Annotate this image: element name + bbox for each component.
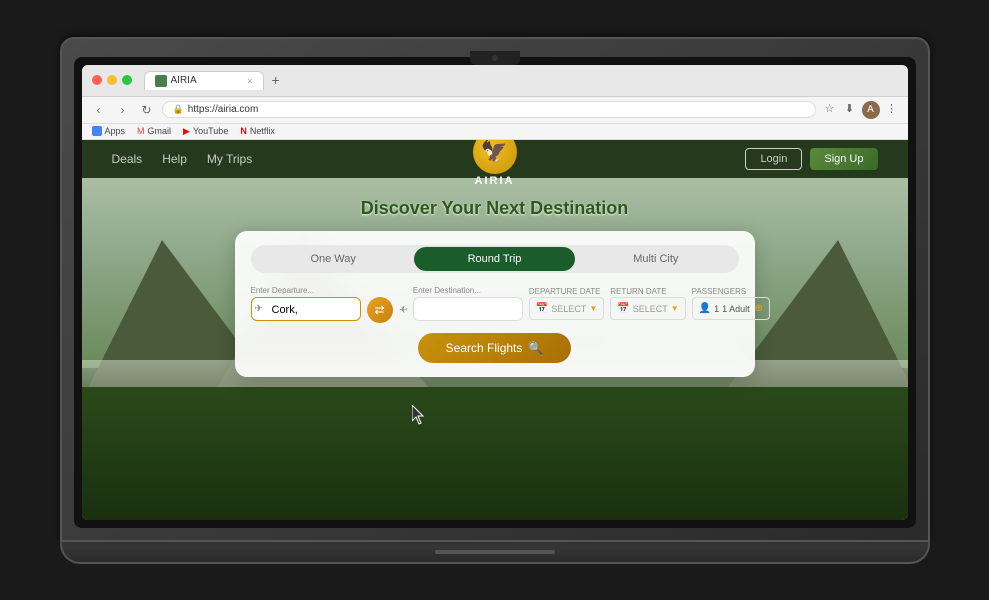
departure-date-sub: SELECT — [551, 304, 586, 314]
browser-tab-airia[interactable]: AIRIA × — [144, 71, 264, 90]
bookmark-gmail-label: Gmail — [148, 126, 172, 136]
forward-button[interactable]: › — [114, 101, 132, 119]
departure-calendar-icon: 📅 — [536, 303, 548, 314]
return-calendar-icon: 📅 — [617, 303, 629, 314]
browser-toolbar: ‹ › ↻ 🔒 https://airia.com ☆ ⬇ A ⋮ — [82, 97, 908, 124]
plane-depart-icon: ✈ — [255, 304, 263, 315]
search-card: One Way Round Trip Multi City Enter Depa… — [235, 231, 755, 377]
new-tab-button[interactable]: + — [268, 72, 284, 88]
tab-round-trip[interactable]: Round Trip — [414, 247, 575, 271]
bookmark-youtube[interactable]: ▶ YouTube — [183, 126, 228, 137]
person-icon: 👤 — [699, 303, 711, 314]
departure-date-field: DEPARTURE DATE 📅 SELECT ▼ — [529, 287, 604, 320]
site-nav: Deals Help My Trips AIRIA Login Sign Up — [82, 140, 908, 178]
destination-field-group: Enter Destination... — [413, 286, 523, 321]
plane-arrive-icon: ✈ — [399, 305, 407, 316]
reload-button[interactable]: ↻ — [138, 101, 156, 119]
return-date-picker[interactable]: 📅 SELECT ▼ — [610, 297, 685, 320]
swap-icon: ⇄ — [374, 303, 384, 317]
forest-bg — [82, 387, 908, 520]
logo-icon — [473, 140, 517, 175]
passenger-desc: 1 Adult — [722, 304, 750, 314]
nav-my-trips[interactable]: My Trips — [207, 152, 252, 166]
download-icon[interactable]: ⬇ — [842, 101, 858, 117]
browser: AIRIA × + ‹ › ↻ 🔒 https://airia.com — [82, 65, 908, 520]
departure-field-group: Enter Departure... ✈ — [251, 286, 361, 321]
browser-titlebar: AIRIA × + — [82, 65, 908, 97]
trip-type-tabs: One Way Round Trip Multi City — [251, 245, 739, 273]
destination-label: Enter Destination... — [413, 286, 523, 295]
tab-bar: AIRIA × + — [144, 71, 898, 90]
departure-date-chevron: ▼ — [589, 304, 597, 313]
laptop-bottom — [60, 542, 930, 564]
gmail-icon: M — [137, 126, 145, 136]
search-flights-icon: 🔍 — [528, 341, 543, 355]
return-date-sub: SELECT — [633, 304, 668, 314]
maximize-window-button[interactable] — [122, 75, 132, 85]
bookmark-apps-label: Apps — [105, 126, 126, 136]
tab-close-button[interactable]: × — [247, 76, 252, 86]
apps-icon — [92, 126, 102, 136]
destination-input[interactable] — [413, 297, 523, 321]
ssl-lock-icon: 🔒 — [173, 104, 184, 115]
back-button[interactable]: ‹ — [90, 101, 108, 119]
passengers-field: PASSENGERS 👤 1 1 Adult ⊕ — [692, 287, 770, 320]
laptop-top: AIRIA × + ‹ › ↻ 🔒 https://airia.com — [60, 37, 930, 542]
departure-label: Enter Departure... — [251, 286, 361, 295]
toolbar-actions: ☆ ⬇ A ⋮ — [822, 101, 900, 119]
login-button[interactable]: Login — [745, 148, 802, 170]
nav-links: Deals Help My Trips — [112, 152, 253, 166]
website-content: Deals Help My Trips AIRIA Login Sign Up — [82, 140, 908, 520]
youtube-icon: ▶ — [183, 126, 190, 137]
search-button-row: Search Flights 🔍 — [251, 333, 739, 363]
netflix-icon: N — [240, 126, 247, 136]
address-bar[interactable]: 🔒 https://airia.com — [162, 101, 816, 118]
signup-button[interactable]: Sign Up — [810, 148, 877, 170]
passengers-picker[interactable]: 👤 1 1 Adult ⊕ — [692, 297, 770, 320]
tab-multi-city[interactable]: Multi City — [575, 247, 736, 271]
search-section: Discover Your Next Destination One Way R… — [82, 178, 908, 397]
passenger-count: 1 — [714, 304, 719, 314]
account-icon[interactable]: A — [862, 101, 880, 119]
traffic-lights — [92, 75, 132, 85]
bookmark-netflix-label: Netflix — [250, 126, 275, 136]
bookmark-youtube-label: YouTube — [193, 126, 228, 136]
departure-date-picker[interactable]: 📅 SELECT ▼ — [529, 297, 604, 320]
return-date-field: RETURN DATE 📅 SELECT ▼ — [610, 287, 685, 320]
bookmark-netflix[interactable]: N Netflix — [240, 126, 275, 136]
close-window-button[interactable] — [92, 75, 102, 85]
address-url: https://airia.com — [188, 104, 259, 115]
page-title: Discover Your Next Destination — [112, 198, 878, 219]
search-form: Enter Departure... ✈ ⇄ — [251, 285, 739, 323]
search-flights-button[interactable]: Search Flights 🔍 — [418, 333, 572, 363]
minimize-window-button[interactable] — [107, 75, 117, 85]
nav-help[interactable]: Help — [162, 152, 187, 166]
swap-button[interactable]: ⇄ — [367, 297, 393, 323]
return-date-label: RETURN DATE — [610, 287, 685, 296]
bookmarks-bar: Apps M Gmail ▶ YouTube N Netflix — [82, 124, 908, 140]
nav-actions: Login Sign Up — [745, 148, 877, 170]
browser-menu-icon[interactable]: ⋮ — [884, 101, 900, 117]
passengers-label: PASSENGERS — [692, 287, 770, 296]
departure-input[interactable] — [251, 297, 361, 321]
tab-favicon — [155, 75, 167, 87]
laptop-camera — [470, 51, 520, 65]
departure-date-label: DEPARTURE DATE — [529, 287, 604, 296]
bookmark-apps[interactable]: Apps — [92, 126, 126, 136]
tab-one-way[interactable]: One Way — [253, 247, 414, 271]
screen-bezel: AIRIA × + ‹ › ↻ 🔒 https://airia.com — [74, 57, 916, 528]
bookmark-icon[interactable]: ☆ — [822, 101, 838, 117]
passengers-plus-icon: ⊕ — [755, 303, 763, 314]
nav-deals[interactable]: Deals — [112, 152, 143, 166]
laptop-shell: AIRIA × + ‹ › ↻ 🔒 https://airia.com — [60, 37, 930, 564]
search-flights-label: Search Flights — [446, 341, 523, 355]
return-date-chevron: ▼ — [671, 304, 679, 313]
bookmark-gmail[interactable]: M Gmail — [137, 126, 171, 136]
tab-title: AIRIA — [171, 75, 197, 86]
